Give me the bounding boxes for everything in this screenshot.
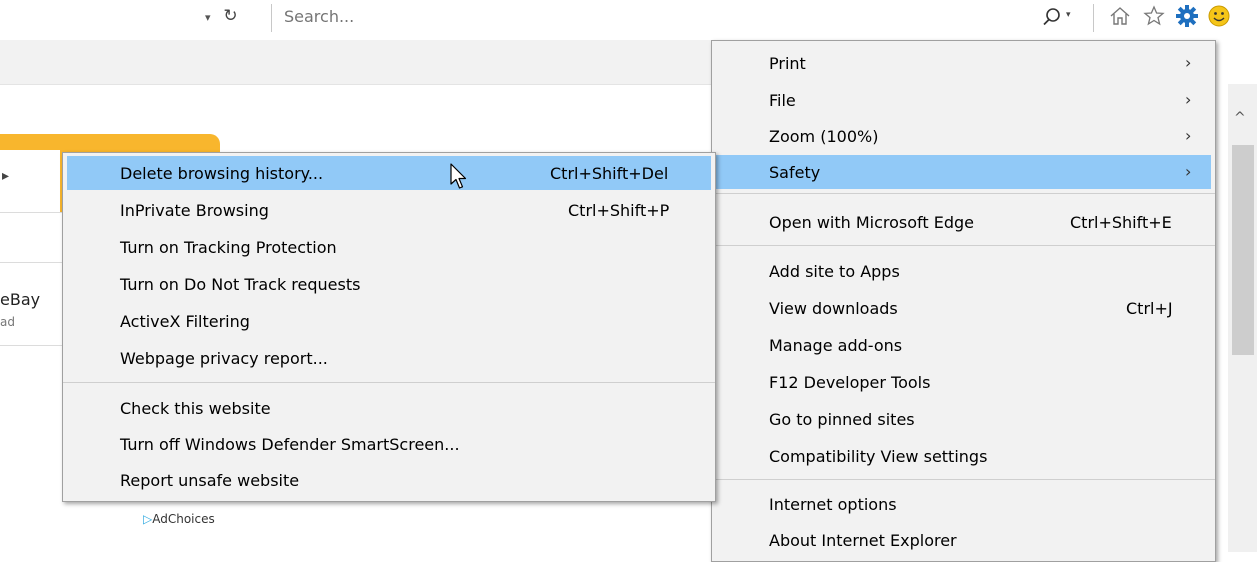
- submenu-arrow-icon: ›: [1185, 90, 1192, 109]
- refresh-icon[interactable]: ↻: [223, 6, 237, 26]
- toolbar-divider: [1093, 4, 1094, 32]
- menu-item-label: ActiveX Filtering: [120, 312, 250, 331]
- menu-item-shortcut: Ctrl+Shift+P: [568, 201, 670, 220]
- submenu-arrow-icon: ›: [1185, 53, 1192, 72]
- page-divider: [0, 212, 65, 213]
- menu-separator: [712, 479, 1215, 480]
- menu-item-f12-developer-tools[interactable]: F12 Developer Tools: [712, 365, 1215, 399]
- ebay-link[interactable]: eBay: [0, 290, 40, 309]
- menu-separator: [63, 382, 715, 383]
- menu-item-label: Zoom (100%): [769, 127, 879, 146]
- address-dropdown-icon[interactable]: ▾: [205, 11, 211, 24]
- menu-item-shortcut: Ctrl+Shift+E: [1070, 213, 1172, 232]
- search-icon: [1043, 8, 1060, 26]
- menu-item-label: View downloads: [769, 299, 898, 318]
- browser-toolbar: ▾ ↻ ▾: [0, 0, 1257, 40]
- menu-item-go-to-pinned-sites[interactable]: Go to pinned sites: [712, 402, 1215, 436]
- menu-item-label: Turn on Tracking Protection: [120, 238, 337, 257]
- menu-item-add-site-to-apps[interactable]: Add site to Apps: [712, 254, 1215, 288]
- menu-item-label: InPrivate Browsing: [120, 201, 269, 220]
- safety-submenu: Delete browsing history... Ctrl+Shift+De…: [62, 152, 716, 502]
- search-button[interactable]: ▾: [1042, 4, 1078, 30]
- menu-item-compatibility-view-settings[interactable]: Compatibility View settings: [712, 439, 1215, 473]
- menu-item-label: Turn on Do Not Track requests: [120, 275, 361, 294]
- submenu-arrow-icon: ›: [1185, 126, 1192, 145]
- menu-item-webpage-privacy-report[interactable]: Webpage privacy report...: [63, 341, 715, 375]
- page-divider: [0, 262, 65, 263]
- menu-item-label: About Internet Explorer: [769, 531, 957, 550]
- menu-item-label: Check this website: [120, 399, 271, 418]
- menu-item-check-this-website[interactable]: Check this website: [63, 391, 715, 425]
- menu-item-label: Safety: [769, 163, 821, 182]
- menu-item-safety[interactable]: Safety ›: [714, 155, 1211, 189]
- menu-item-label: Internet options: [769, 495, 897, 514]
- search-input[interactable]: [280, 4, 688, 29]
- page-divider: [0, 345, 65, 346]
- menu-item-open-with-edge[interactable]: Open with Microsoft Edge Ctrl+Shift+E: [712, 205, 1215, 239]
- address-controls: ▾ ↻: [205, 6, 238, 26]
- menu-item-shortcut: Ctrl+J: [1126, 299, 1173, 318]
- search-dropdown-icon[interactable]: ▾: [1066, 10, 1071, 20]
- adchoices-label: AdChoices: [152, 512, 215, 526]
- menu-item-delete-browsing-history[interactable]: Delete browsing history... Ctrl+Shift+De…: [67, 156, 711, 190]
- submenu-arrow-icon: ›: [1185, 162, 1192, 181]
- menu-item-report-unsafe-website[interactable]: Report unsafe website: [63, 463, 715, 497]
- menu-separator: [712, 193, 1215, 194]
- menu-item-activex-filtering[interactable]: ActiveX Filtering: [63, 304, 715, 338]
- menu-item-print[interactable]: Print ›: [712, 46, 1215, 80]
- mouse-cursor-icon: [450, 163, 467, 189]
- menu-item-label: Compatibility View settings: [769, 447, 988, 466]
- menu-item-label: Turn off Windows Defender SmartScreen...: [120, 435, 460, 454]
- search-box[interactable]: [280, 4, 700, 32]
- menu-item-internet-options[interactable]: Internet options: [712, 487, 1215, 521]
- menu-item-label: File: [769, 91, 796, 110]
- scroll-up-arrow-icon[interactable]: ^: [1234, 110, 1246, 126]
- menu-item-manage-add-ons[interactable]: Manage add-ons: [712, 328, 1215, 362]
- menu-item-label: Report unsafe website: [120, 471, 300, 490]
- menu-item-tracking-protection[interactable]: Turn on Tracking Protection: [63, 230, 715, 264]
- menu-item-do-not-track[interactable]: Turn on Do Not Track requests: [63, 267, 715, 301]
- adchoices-link[interactable]: ▷AdChoices: [143, 512, 215, 526]
- ebay-ad-label: ad: [0, 315, 15, 329]
- menu-item-zoom[interactable]: Zoom (100%) ›: [712, 119, 1215, 153]
- menu-item-label: Add site to Apps: [769, 262, 900, 281]
- adchoices-icon: ▷: [143, 512, 153, 526]
- menu-item-label: Open with Microsoft Edge: [769, 213, 975, 232]
- menu-item-label: Go to pinned sites: [769, 410, 915, 429]
- toolbar-divider: [271, 4, 272, 32]
- menu-item-view-downloads[interactable]: View downloads Ctrl+J: [712, 291, 1215, 325]
- page-header-band: [0, 40, 712, 85]
- feedback-smiley-icon[interactable]: [1207, 4, 1231, 28]
- menu-item-label: Print: [769, 54, 806, 73]
- tools-gear-icon[interactable]: [1175, 4, 1199, 28]
- page-input-fragment[interactable]: ▸: [0, 150, 60, 212]
- home-icon[interactable]: [1108, 4, 1132, 28]
- favorites-star-icon[interactable]: [1142, 4, 1166, 28]
- menu-item-label: F12 Developer Tools: [769, 373, 931, 392]
- menu-item-file[interactable]: File ›: [712, 83, 1215, 117]
- menu-item-smartscreen[interactable]: Turn off Windows Defender SmartScreen...: [63, 427, 715, 461]
- menu-item-inprivate-browsing[interactable]: InPrivate Browsing Ctrl+Shift+P: [63, 193, 715, 227]
- menu-separator: [712, 245, 1215, 246]
- scrollbar-thumb[interactable]: [1232, 145, 1254, 355]
- tools-menu: Print › File › Zoom (100%) › Safety › Op…: [711, 40, 1216, 562]
- menu-item-shortcut: Ctrl+Shift+Del: [550, 164, 669, 183]
- partial-control-icon: ▸: [2, 168, 10, 184]
- menu-item-label: Webpage privacy report...: [120, 349, 328, 368]
- menu-item-label: Delete browsing history...: [120, 164, 324, 183]
- menu-item-label: Manage add-ons: [769, 336, 903, 355]
